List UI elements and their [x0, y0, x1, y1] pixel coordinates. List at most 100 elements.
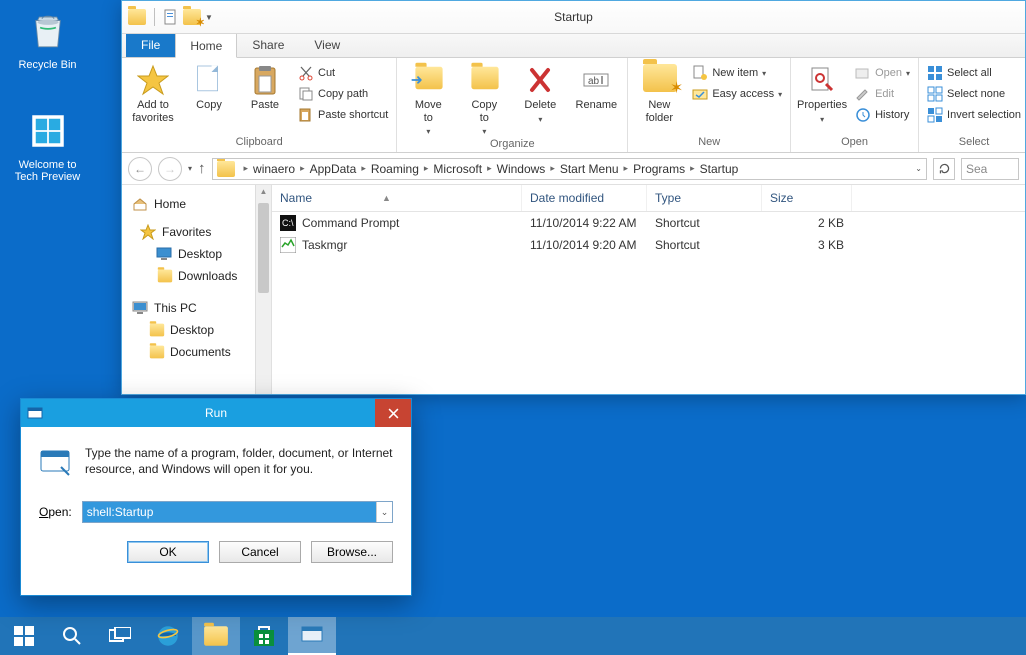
chevron-icon[interactable]: ▸: [619, 163, 634, 174]
breadcrumb-item[interactable]: AppData: [310, 162, 357, 176]
table-row[interactable]: C:\Command Prompt 11/10/2014 9:22 AM Sho…: [272, 212, 1025, 234]
copy-to-button[interactable]: Copy to▾: [459, 64, 509, 136]
tab-file[interactable]: File: [126, 32, 175, 57]
label: Edit: [875, 88, 894, 100]
chevron-icon[interactable]: ▸: [239, 163, 254, 174]
edit-button[interactable]: Edit: [853, 85, 912, 103]
table-row[interactable]: Taskmgr 11/10/2014 9:20 AM Shortcut 3 KB: [272, 234, 1025, 256]
up-button[interactable]: ↑: [198, 160, 206, 177]
properties-icon[interactable]: [163, 9, 179, 25]
breadcrumb-item[interactable]: Start Menu: [560, 162, 619, 176]
sidebar-scrollbar[interactable]: ▲: [255, 185, 271, 394]
search-icon: [62, 626, 82, 646]
column-type[interactable]: Type: [647, 185, 762, 211]
desktop-icon-label: Recycle Bin: [10, 59, 85, 71]
label: History: [875, 109, 909, 121]
chevron-icon[interactable]: ▸: [419, 163, 434, 174]
new-folder-icon: ✶: [643, 64, 675, 96]
move-to-button[interactable]: ➜Move to▾: [403, 64, 453, 136]
forward-button[interactable]: →: [158, 157, 182, 181]
chevron-icon[interactable]: ▸: [295, 163, 310, 174]
run-icon: [39, 445, 71, 477]
properties-button[interactable]: Properties▾: [797, 64, 847, 124]
chevron-icon[interactable]: ▸: [685, 163, 700, 174]
open-input[interactable]: [83, 502, 376, 522]
label: Delete: [524, 99, 556, 112]
paste-button[interactable]: Paste: [240, 64, 290, 112]
tab-home[interactable]: Home: [175, 33, 237, 58]
paste-shortcut-button[interactable]: Paste shortcut: [296, 106, 390, 124]
invert-selection-button[interactable]: Invert selection: [925, 106, 1023, 124]
start-button[interactable]: [0, 617, 48, 655]
add-to-favorites-button[interactable]: Add to favorites: [128, 64, 178, 124]
new-item-button[interactable]: New item ▾: [690, 64, 784, 82]
easy-access-button[interactable]: Easy access ▾: [690, 85, 784, 103]
column-date[interactable]: Date modified: [522, 185, 647, 211]
back-button[interactable]: ←: [128, 157, 152, 181]
sidebar-item-documents[interactable]: Documents: [126, 341, 267, 363]
history-button[interactable]: History: [853, 106, 912, 124]
sidebar-item-desktop-pc[interactable]: Desktop: [126, 319, 267, 341]
cancel-button[interactable]: Cancel: [219, 541, 301, 563]
sidebar-item-favorites[interactable]: Favorites: [126, 221, 267, 243]
column-name[interactable]: Name▲: [272, 185, 522, 211]
breadcrumb-item[interactable]: Programs: [633, 162, 685, 176]
select-none-button[interactable]: Select none: [925, 85, 1023, 103]
copy-button[interactable]: Copy: [184, 64, 234, 112]
copy-path-button[interactable]: Copy path: [296, 85, 390, 103]
chevron-icon[interactable]: ▸: [482, 163, 497, 174]
search-button[interactable]: [48, 617, 96, 655]
label: Move to: [415, 99, 442, 124]
tab-share[interactable]: Share: [237, 32, 299, 57]
taskbar-run[interactable]: [288, 617, 336, 655]
open-combobox[interactable]: ⌄: [82, 501, 393, 523]
sidebar-item-desktop[interactable]: Desktop: [126, 243, 267, 265]
breadcrumb-item[interactable]: Windows: [497, 162, 546, 176]
group-label: Open: [797, 134, 912, 152]
breadcrumb-item[interactable]: Startup: [700, 162, 739, 176]
qat-dropdown-icon[interactable]: ▼: [205, 13, 213, 22]
tab-view[interactable]: View: [299, 32, 355, 57]
new-folder-button[interactable]: ✶New folder: [634, 64, 684, 124]
chevron-icon[interactable]: ▸: [356, 163, 371, 174]
delete-button[interactable]: Delete▾: [515, 64, 565, 124]
label: New item: [712, 67, 758, 79]
run-titlebar[interactable]: Run: [21, 399, 411, 427]
label: Open: [875, 67, 902, 79]
sidebar-item-thispc[interactable]: This PC: [126, 297, 267, 319]
explorer-titlebar[interactable]: ✶ ▼ Startup: [122, 1, 1025, 34]
run-title: Run: [205, 406, 227, 420]
taskview-button[interactable]: [96, 617, 144, 655]
refresh-button[interactable]: [933, 158, 955, 180]
cut-button[interactable]: Cut: [296, 64, 390, 82]
desktop-icon-recycle-bin[interactable]: Recycle Bin: [10, 10, 85, 71]
column-size[interactable]: Size: [762, 185, 852, 211]
new-folder-icon[interactable]: ✶: [183, 9, 201, 25]
chevron-icon[interactable]: ▸: [545, 163, 560, 174]
recent-dropdown-icon[interactable]: ▾: [188, 164, 192, 173]
taskbar-ie[interactable]: [144, 617, 192, 655]
ribbon: Add to favorites Copy Paste Cut Copy pat…: [122, 58, 1025, 153]
breadcrumb-item[interactable]: winaero: [253, 162, 295, 176]
sidebar-item-downloads[interactable]: Downloads: [126, 265, 267, 287]
ok-button[interactable]: OK: [127, 541, 209, 563]
close-button[interactable]: [375, 399, 411, 427]
sidebar-item-home[interactable]: Home: [126, 193, 267, 215]
browse-button[interactable]: Browse...: [311, 541, 393, 563]
address-dropdown-icon[interactable]: ⌄: [915, 164, 922, 173]
rename-button[interactable]: abRename: [571, 64, 621, 112]
pc-icon: [132, 300, 148, 316]
scrollbar-thumb[interactable]: [258, 203, 269, 293]
breadcrumb[interactable]: ▸ winaero▸ AppData▸ Roaming▸ Microsoft▸ …: [212, 158, 927, 180]
open-button[interactable]: Open ▾: [853, 64, 912, 82]
breadcrumb-item[interactable]: Microsoft: [433, 162, 482, 176]
dropdown-button[interactable]: ⌄: [376, 502, 392, 522]
taskbar-store[interactable]: [240, 617, 288, 655]
desktop-icon-welcome[interactable]: Welcome to Tech Preview: [10, 110, 85, 183]
breadcrumb-item[interactable]: Roaming: [371, 162, 419, 176]
search-input[interactable]: Sea: [961, 158, 1019, 180]
select-all-button[interactable]: Select all: [925, 64, 1023, 82]
file-size: 3 KB: [762, 235, 852, 255]
taskbar-explorer[interactable]: [192, 617, 240, 655]
label: This PC: [154, 301, 197, 315]
